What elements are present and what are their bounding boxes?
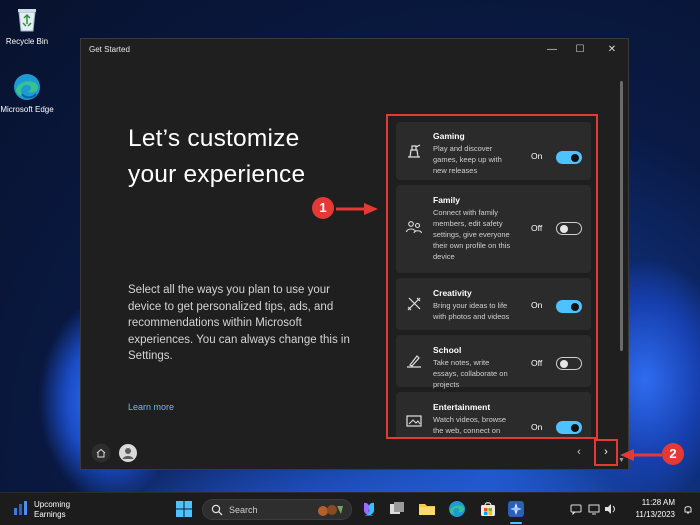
previous-button[interactable]: ‹ <box>572 444 586 460</box>
toggle-knob <box>571 153 579 162</box>
network-icon[interactable] <box>588 503 600 515</box>
toggle-state-label: Off <box>531 223 543 233</box>
toggle-state-label: On <box>531 151 543 161</box>
window-scrollbar[interactable]: ▼ <box>617 71 626 471</box>
toggle-knob <box>560 224 568 233</box>
system-clock[interactable]: 11:28 AM 11/13/2023 <box>627 497 675 521</box>
start-button[interactable] <box>175 500 193 518</box>
option-description: Watch videos, browse the web, connect on <box>433 415 507 435</box>
close-button[interactable]: ✕ <box>604 42 620 58</box>
callout-badge: 2 <box>662 443 684 465</box>
chat-tray-icon[interactable] <box>570 503 582 515</box>
option-card-creativity[interactable]: Creativity Bring your ideas to life with… <box>396 278 591 330</box>
creativity-toggle[interactable] <box>556 300 582 313</box>
widget-title: Upcoming <box>34 500 71 509</box>
notification-bell-icon[interactable] <box>682 503 694 515</box>
option-description: Bring your ideas to life with photos and… <box>433 301 510 321</box>
option-card-family[interactable]: Family Connect with family members, edit… <box>396 185 591 273</box>
option-card-school[interactable]: School Take notes, write essays, collabo… <box>396 335 591 389</box>
option-description: Play and discover games, keep up with ne… <box>433 144 502 175</box>
minimize-button[interactable]: — <box>544 42 560 58</box>
entertainment-toggle[interactable] <box>556 421 582 434</box>
window-title: Get Started <box>89 45 130 54</box>
page-description: Select all the ways you plan to use your… <box>128 284 350 362</box>
home-button[interactable] <box>91 443 111 463</box>
callout-badge: 1 <box>312 197 334 219</box>
gaming-icon <box>408 144 421 158</box>
toggle-state-label: On <box>531 422 543 432</box>
option-name: School <box>433 345 462 355</box>
page-title: Let’s customize your experience <box>128 125 306 188</box>
entertainment-icon <box>406 415 422 427</box>
school-toggle[interactable] <box>556 357 582 370</box>
toggle-knob <box>571 302 579 311</box>
edge-taskbar-icon[interactable] <box>448 500 466 518</box>
option-card-gaming[interactable]: Gaming Play and discover games, keep up … <box>396 122 591 180</box>
creativity-icon <box>407 297 421 311</box>
toggle-state-label: On <box>531 300 543 310</box>
desktop-icon-recycle-bin[interactable]: Recycle Bin <box>0 4 57 47</box>
widgets-button[interactable]: Upcoming Earnings <box>12 498 102 520</box>
task-view-icon[interactable] <box>388 500 406 518</box>
toggle-knob <box>560 359 568 368</box>
family-icon <box>405 221 423 234</box>
next-button-highlight: › <box>594 439 618 466</box>
option-name: Entertainment <box>433 402 491 412</box>
gaming-toggle[interactable] <box>556 151 582 164</box>
toggle-state-label: Off <box>531 358 543 368</box>
callout-arrow-icon <box>620 449 662 461</box>
store-icon[interactable] <box>479 500 497 518</box>
file-explorer-icon[interactable] <box>418 500 436 518</box>
desktop-icon-label: Recycle Bin <box>5 37 49 46</box>
option-name: Gaming <box>433 131 465 141</box>
school-icon <box>407 355 421 368</box>
scrollbar-thumb[interactable] <box>620 81 623 351</box>
maximize-button[interactable]: ☐ <box>572 42 588 58</box>
option-description: Take notes, write essays, collaborate on… <box>433 358 508 389</box>
options-list: Gaming Play and discover games, keep up … <box>386 114 598 439</box>
search-label: Search <box>229 505 258 515</box>
search-highlight-icon <box>318 505 343 516</box>
widget-subtitle: Earnings <box>34 510 66 519</box>
get-started-app-icon[interactable] <box>507 500 525 518</box>
option-description: Connect with family members, edit safety… <box>433 208 511 261</box>
get-started-window: Get Started — ☐ ✕ Let’s customize your e… <box>80 38 629 470</box>
stock-chart-icon <box>14 501 27 515</box>
callout-arrow-icon <box>336 203 378 215</box>
option-card-entertainment[interactable]: Entertainment Watch videos, browse the w… <box>396 392 591 437</box>
next-button[interactable]: › <box>598 443 614 462</box>
taskbar: Upcoming Earnings Search 11:28 AM 11/13/… <box>0 492 700 525</box>
copilot-icon[interactable] <box>360 500 378 518</box>
family-toggle[interactable] <box>556 222 582 235</box>
user-icon <box>125 448 131 454</box>
account-button[interactable] <box>118 443 138 463</box>
search-icon <box>211 504 223 516</box>
clock-time: 11:28 AM <box>641 498 675 507</box>
desktop-icon-label: Microsoft Edge <box>0 105 54 114</box>
clock-date: 11/13/2023 <box>635 510 675 519</box>
toggle-knob <box>571 423 579 432</box>
option-name: Family <box>433 195 460 205</box>
edge-icon <box>12 72 42 102</box>
volume-icon[interactable] <box>604 503 616 515</box>
active-app-indicator <box>510 522 522 524</box>
title-bar[interactable]: Get Started — ☐ ✕ <box>81 39 628 61</box>
taskbar-search[interactable]: Search <box>202 499 352 520</box>
option-name: Creativity <box>433 288 472 298</box>
recycle-bin-icon <box>12 4 42 34</box>
learn-more-link[interactable]: Learn more <box>128 402 174 412</box>
desktop-icon-edge[interactable]: Microsoft Edge <box>0 72 57 115</box>
